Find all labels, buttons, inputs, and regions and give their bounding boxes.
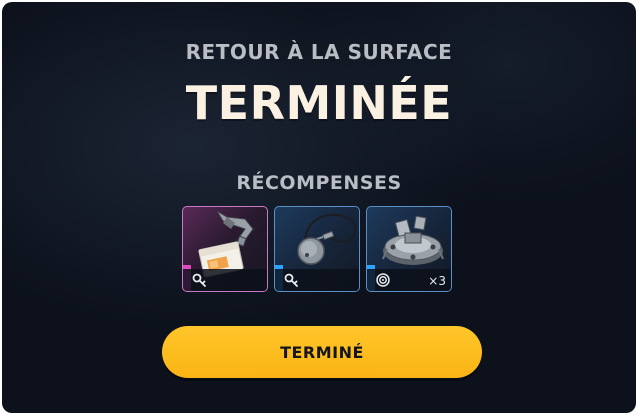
- reward-card-mechanical-part[interactable]: ×3: [366, 206, 452, 292]
- reward-quantity: ×3: [428, 274, 446, 288]
- reward-card-dog-tag[interactable]: [274, 206, 360, 292]
- rewards-heading: RÉCOMPENSES: [236, 172, 402, 194]
- reward-card-access-card[interactable]: [182, 206, 268, 292]
- rewards-list: ×3: [182, 206, 452, 292]
- target-icon: [376, 273, 390, 287]
- screen-title: TERMINÉE: [185, 76, 453, 130]
- key-icon: [284, 273, 298, 287]
- results-panel: RETOUR À LA SURFACE TERMINÉE RÉCOMPENSES: [2, 2, 636, 413]
- key-icon: [192, 273, 206, 287]
- done-button[interactable]: TERMINÉ: [162, 326, 482, 378]
- screen-subtitle: RETOUR À LA SURFACE: [185, 40, 453, 64]
